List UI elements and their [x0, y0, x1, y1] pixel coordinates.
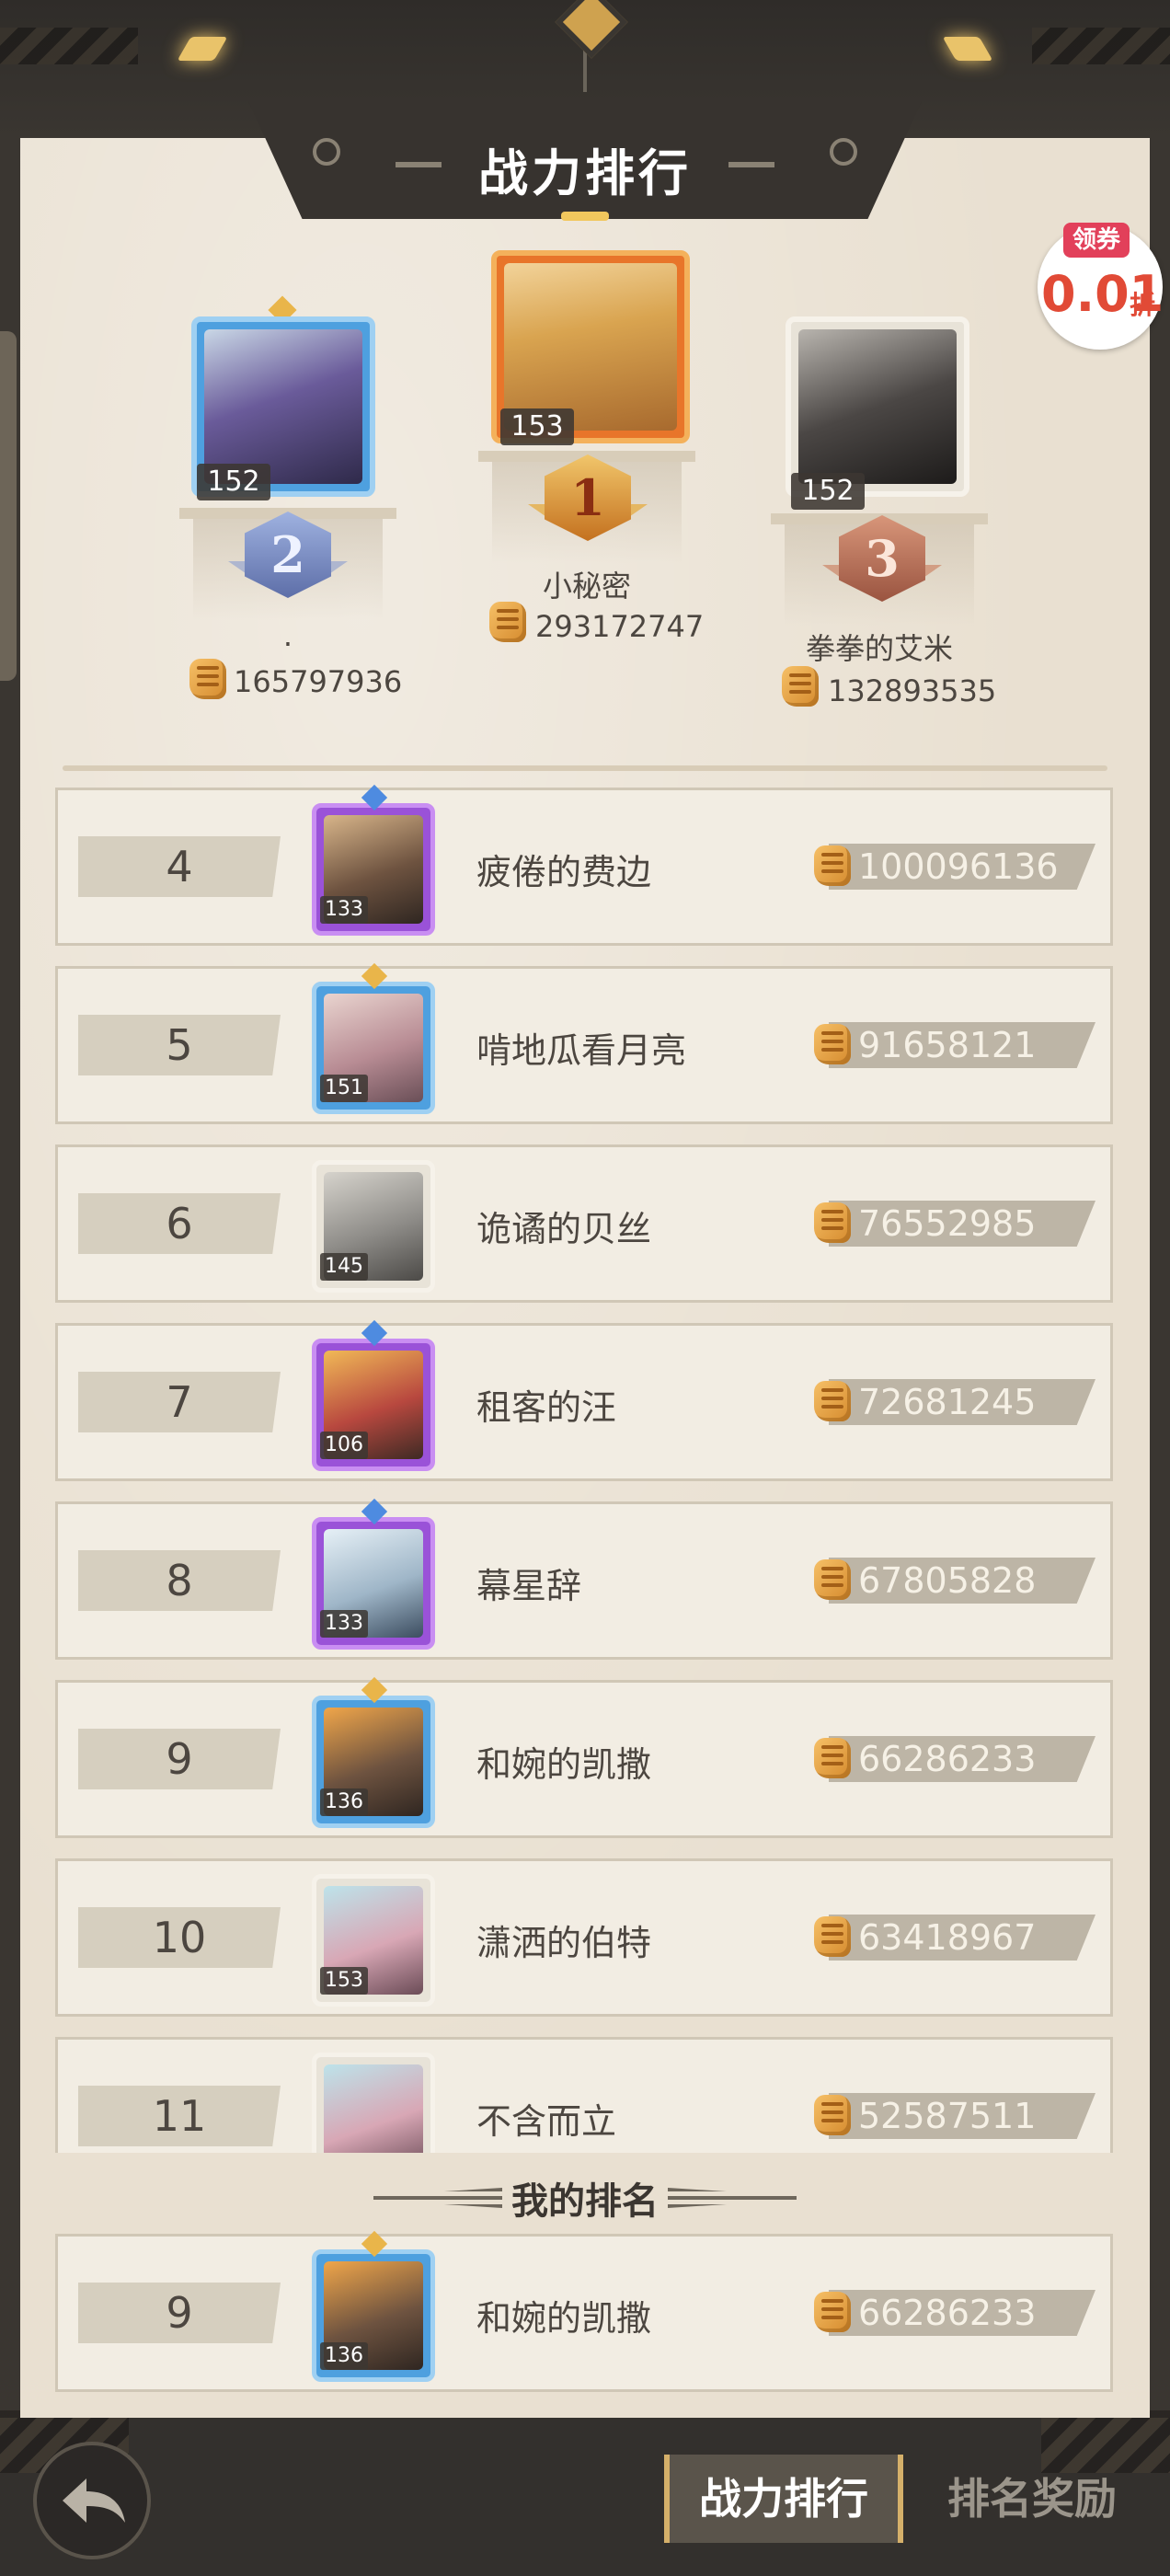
- player-power: 52587511: [858, 2096, 1037, 2136]
- ranking-row[interactable]: 7 106 租客的汪 72681245: [55, 1319, 1113, 1481]
- leaderboard-screen: 战力排行 领券 0.01 折 152 2 . 165797936 153 1 小…: [0, 0, 1170, 2576]
- avatar-portrait: [504, 263, 677, 431]
- player-power: 72681245: [858, 1382, 1037, 1422]
- coupon-badge: 领券: [1063, 223, 1130, 258]
- ranking-list[interactable]: 4 133 疲倦的费边 100096136 5 151 啃地瓜看月亮 91658…: [0, 782, 1170, 2153]
- page-title: 战力排行: [478, 144, 692, 202]
- player-avatar[interactable]: 106: [312, 1339, 435, 1471]
- rank-number: 5: [166, 1020, 193, 1070]
- avatar-portrait: [798, 329, 957, 484]
- back-button[interactable]: [33, 2442, 151, 2559]
- hazard-stripe-right: [1032, 28, 1170, 64]
- avatar-portrait: [204, 329, 362, 484]
- fist-icon: [782, 666, 819, 707]
- fist-icon: [814, 1559, 851, 1600]
- player-name: 诡谲的贝丝: [476, 1209, 652, 1249]
- player-power: 66286233: [858, 1739, 1037, 1779]
- my-rank-row[interactable]: 9 136 和婉的凯撒 66286233: [55, 2230, 1113, 2392]
- player-avatar[interactable]: 151: [312, 982, 435, 1114]
- top-gem-ornament: [555, 0, 628, 59]
- rank-number: 4: [166, 842, 193, 891]
- rank-number: 8: [166, 1556, 193, 1605]
- fist-icon: [814, 2292, 851, 2332]
- player-power: 67805828: [858, 1560, 1037, 1601]
- title-plate: 战力排行: [248, 101, 922, 219]
- player-level: 153: [320, 1967, 368, 1995]
- coupon-promo-button[interactable]: 领券 0.01 折: [1038, 223, 1164, 350]
- ranking-row[interactable]: 4 133 疲倦的费边 100096136: [55, 784, 1113, 946]
- player-level: 145: [320, 1253, 368, 1281]
- podium-level-1: 153: [500, 408, 574, 445]
- ranking-row[interactable]: 11 不含而立 52587511: [55, 2037, 1113, 2153]
- lamp-right: [942, 37, 993, 61]
- podium-avatar-3[interactable]: [786, 316, 969, 497]
- ranking-row[interactable]: 6 145 诡谲的贝丝 76552985: [55, 1144, 1113, 1303]
- my-level: 136: [320, 2342, 368, 2370]
- fist-icon: [814, 1916, 851, 1957]
- player-level: 106: [320, 1432, 368, 1459]
- player-avatar[interactable]: 133: [312, 803, 435, 936]
- player-level: 133: [320, 896, 368, 924]
- player-name: 潇洒的伯特: [476, 1923, 652, 1963]
- player-power: 100096136: [858, 846, 1059, 887]
- my-avatar[interactable]: 136: [312, 2249, 435, 2382]
- player-name: 不含而立: [476, 2101, 617, 2142]
- back-arrow-icon: [63, 2478, 125, 2523]
- player-name: 和婉的凯撒: [476, 1744, 652, 1785]
- fist-icon: [489, 602, 526, 642]
- tab-rank-rewards[interactable]: 排名奖励: [912, 2455, 1152, 2543]
- player-power: 63418967: [858, 1917, 1037, 1958]
- podium-power-1: 293172747: [535, 609, 705, 644]
- player-avatar[interactable]: 136: [312, 1696, 435, 1828]
- coupon-discount-unit: 折: [1130, 290, 1156, 320]
- my-name: 和婉的凯撒: [476, 2298, 652, 2339]
- podium-power-3: 132893535: [828, 673, 997, 708]
- podium-power-2: 165797936: [234, 664, 403, 699]
- player-level: 151: [320, 1075, 368, 1102]
- fist-icon: [189, 659, 226, 699]
- podium-name-3: 拳拳的艾米: [805, 631, 953, 666]
- podium-level-3: 152: [791, 473, 865, 510]
- fist-icon: [814, 2095, 851, 2135]
- player-name: 啃地瓜看月亮: [476, 1030, 687, 1071]
- podium-name-2: .: [282, 618, 293, 653]
- player-name: 幕星辞: [476, 1566, 582, 1606]
- player-name: 疲倦的费边: [476, 852, 652, 892]
- lamp-left: [177, 37, 228, 61]
- ranking-row[interactable]: 10 153 潇洒的伯特 63418967: [55, 1858, 1113, 2017]
- rank-number: 6: [166, 1199, 193, 1248]
- player-level: 136: [320, 1788, 368, 1816]
- side-drawer-handle[interactable]: [0, 331, 17, 681]
- my-power: 66286233: [858, 2293, 1037, 2333]
- rank-number: 10: [152, 1913, 207, 1962]
- rank-number: 7: [166, 1377, 193, 1427]
- hazard-stripe-left: [0, 28, 138, 64]
- player-power: 76552985: [858, 1203, 1037, 1244]
- player-avatar[interactable]: [312, 2053, 435, 2153]
- fist-icon: [814, 1381, 851, 1421]
- fist-icon: [814, 1202, 851, 1243]
- fist-icon: [814, 845, 851, 886]
- tab-power-ranking[interactable]: 战力排行: [664, 2455, 903, 2543]
- my-rank-number: 9: [166, 2288, 193, 2338]
- player-level: 133: [320, 1610, 368, 1638]
- player-avatar[interactable]: 133: [312, 1517, 435, 1650]
- player-name: 租客的汪: [476, 1387, 617, 1428]
- ranking-row[interactable]: 9 136 和婉的凯撒 66286233: [55, 1676, 1113, 1838]
- title-glow: [561, 212, 609, 221]
- avatar-portrait: [324, 2064, 423, 2153]
- player-power: 91658121: [858, 1025, 1037, 1065]
- podium-level-2: 152: [197, 464, 270, 500]
- ranking-row[interactable]: 5 151 啃地瓜看月亮 91658121: [55, 962, 1113, 1124]
- player-avatar[interactable]: 145: [312, 1160, 435, 1293]
- podium-divider: [63, 765, 1107, 771]
- fist-icon: [814, 1738, 851, 1778]
- fist-icon: [814, 1024, 851, 1064]
- rank-number: 11: [152, 2091, 207, 2141]
- rank-number: 9: [166, 1734, 193, 1784]
- ranking-row[interactable]: 8 133 幕星辞 67805828: [55, 1498, 1113, 1660]
- podium-name-1: 小秘密: [542, 569, 631, 604]
- player-avatar[interactable]: 153: [312, 1874, 435, 2007]
- my-rank-header: 我的排名: [350, 2171, 820, 2223]
